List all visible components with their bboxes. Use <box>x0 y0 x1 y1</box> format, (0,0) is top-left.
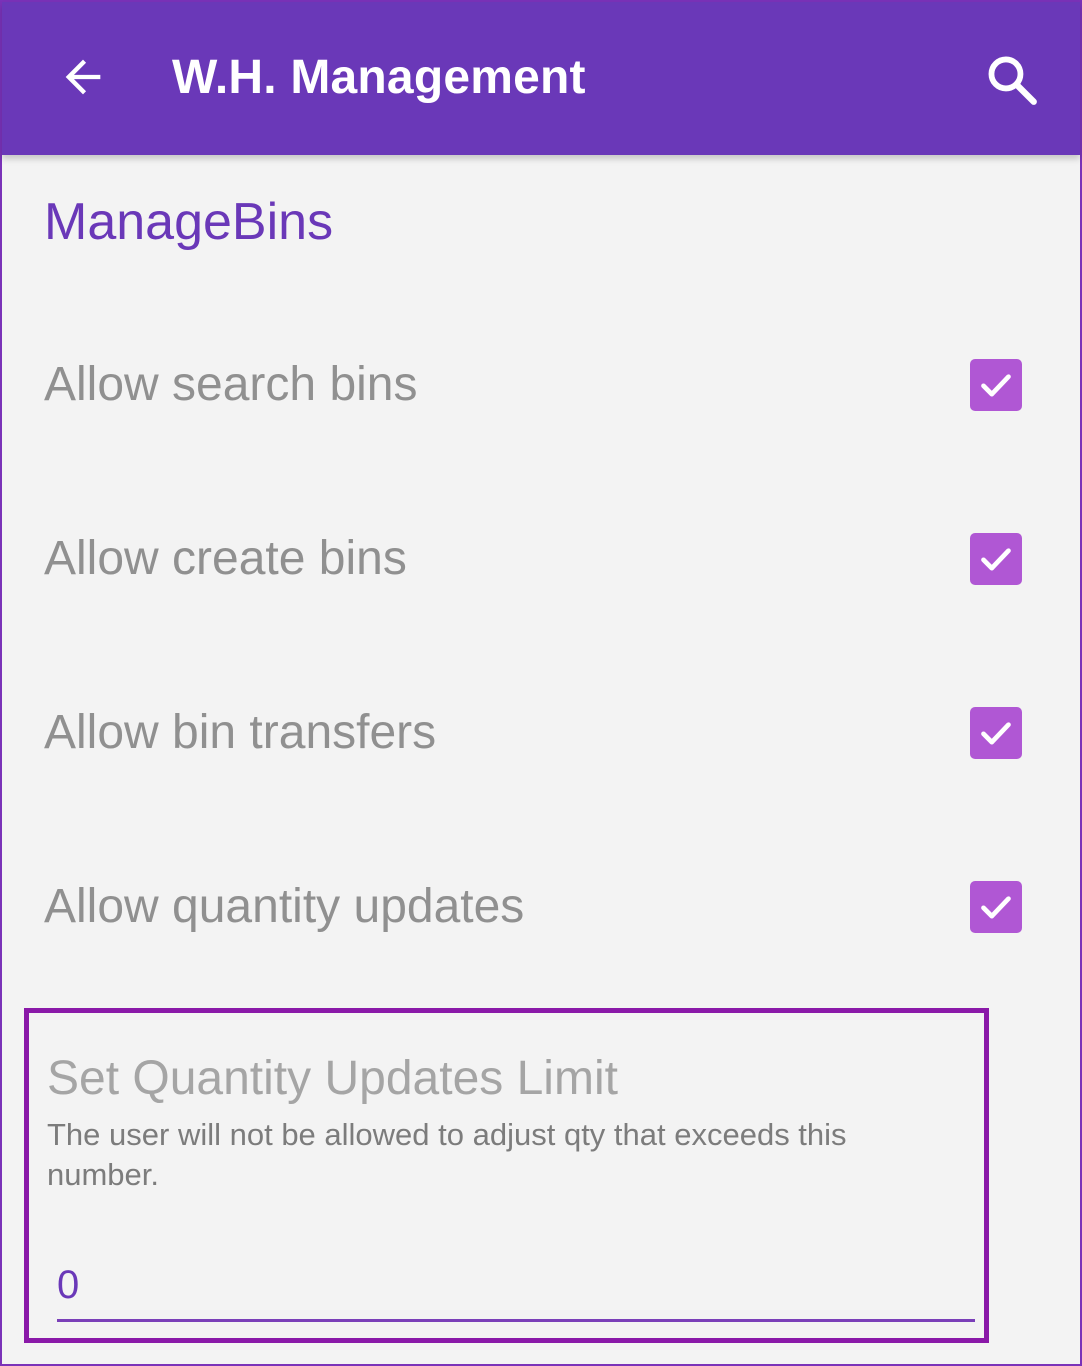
quantity-limit-preference: Set Quantity Updates Limit The user will… <box>24 1008 989 1343</box>
pref-allow-bin-transfers[interactable]: Allow bin transfers <box>2 675 1080 795</box>
pref-checkbox[interactable] <box>970 881 1022 933</box>
pref-label: Allow quantity updates <box>44 880 525 933</box>
pref-label: Allow search bins <box>44 358 418 411</box>
search-icon <box>988 56 1037 105</box>
pref-label: Allow bin transfers <box>44 706 437 759</box>
app-bar: W.H. Management <box>2 2 1080 155</box>
pref-checkbox[interactable] <box>970 359 1022 411</box>
pref-checkbox[interactable] <box>970 707 1022 759</box>
quantity-limit-summary: The user will not be allowed to adjust q… <box>47 1117 847 1192</box>
quantity-limit-input[interactable] <box>57 1258 975 1322</box>
pref-allow-create-bins[interactable]: Allow create bins <box>2 501 1080 621</box>
back-button[interactable] <box>48 42 118 112</box>
check-icon <box>981 722 1011 745</box>
pref-checkbox[interactable] <box>970 533 1022 585</box>
search-button[interactable] <box>972 42 1052 118</box>
settings-screen: W.H. Management ManageBins Allow search … <box>0 0 1082 1366</box>
arrow-left-icon <box>65 59 101 95</box>
app-bar-title: W.H. Management <box>172 51 586 104</box>
check-icon <box>981 374 1011 397</box>
pref-allow-quantity-updates[interactable]: Allow quantity updates <box>2 849 1080 969</box>
quantity-limit-title: Set Quantity Updates Limit <box>47 1052 618 1105</box>
pref-label: Allow create bins <box>44 532 407 585</box>
section-title: ManageBins <box>44 193 334 251</box>
pref-allow-search-bins[interactable]: Allow search bins <box>2 327 1080 447</box>
check-icon <box>981 896 1011 919</box>
check-icon <box>981 548 1011 571</box>
